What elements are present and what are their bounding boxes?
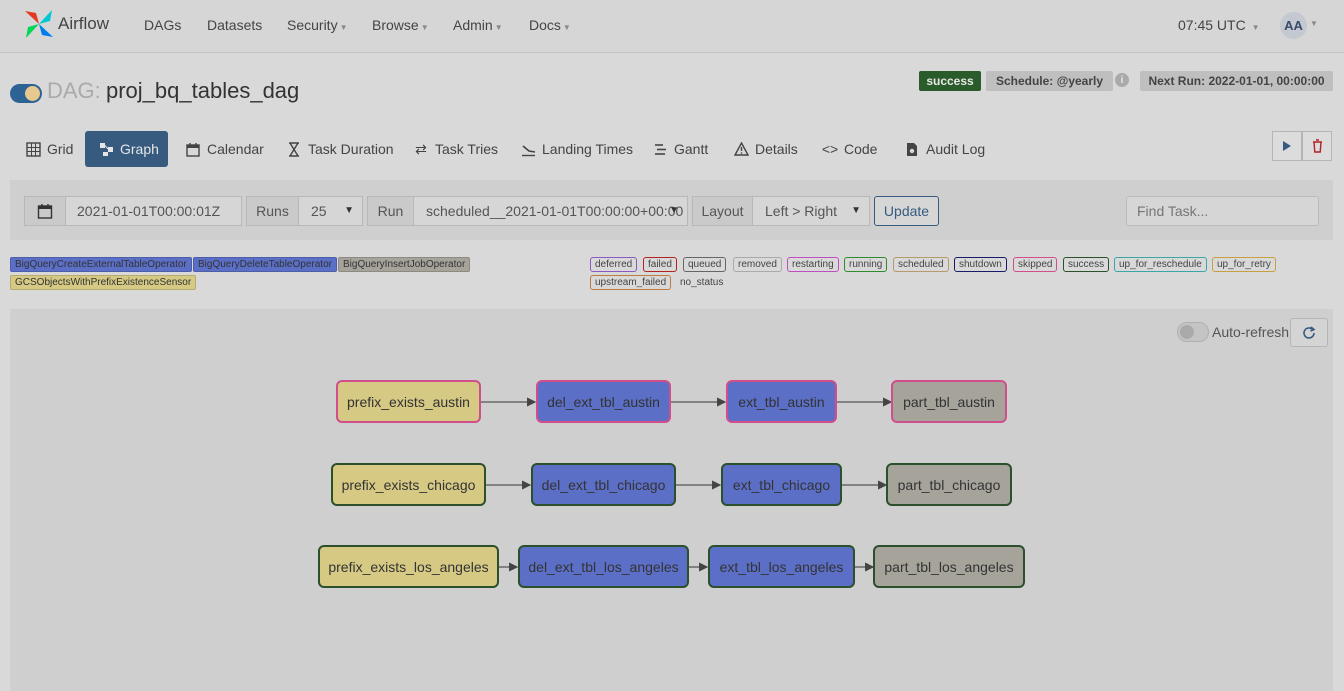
run-select[interactable]: scheduled__2021-01-01T00:00:00+00:00 ▼ — [413, 196, 688, 226]
legend-state[interactable]: removed — [733, 257, 782, 272]
retry-icon: ⇄ — [415, 140, 427, 157]
legend-state[interactable]: shutdown — [954, 257, 1007, 272]
brand-name: Airflow — [58, 14, 110, 33]
landing-icon — [520, 141, 536, 157]
legend-state[interactable]: skipped — [1013, 257, 1058, 272]
dag-pause-toggle[interactable] — [10, 84, 42, 103]
legend-state[interactable]: failed — [643, 257, 677, 272]
caret-down-icon: ▼ — [420, 23, 429, 32]
legend-state[interactable]: restarting — [787, 257, 839, 272]
gantt-icon — [652, 141, 668, 157]
trash-icon — [1312, 139, 1322, 153]
trigger-dag-button[interactable] — [1272, 131, 1302, 161]
nav-browse[interactable]: Browse ▼ — [372, 17, 429, 33]
next-run-badge: Next Run: 2022-01-01, 00:00:00 — [1140, 71, 1333, 91]
legend-operator: BigQueryCreateExternalTableOperator — [10, 257, 192, 272]
legend-operator: BigQueryDeleteTableOperator — [193, 257, 337, 272]
task-node[interactable]: prefix_exists_los_angeles — [318, 545, 499, 588]
tab-gantt[interactable]: Gantt — [652, 131, 708, 167]
chevron-down-icon: ▼ — [851, 205, 861, 216]
tab-task-duration[interactable]: Task Duration — [286, 131, 394, 167]
task-node[interactable]: del_ext_tbl_los_angeles — [518, 545, 689, 588]
layout-select[interactable]: Left > Right ▼ — [752, 196, 870, 226]
task-node[interactable]: ext_tbl_chicago — [721, 463, 842, 506]
runs-label: Runs — [246, 196, 299, 226]
caret-down-icon: ▼ — [562, 23, 571, 32]
auto-refresh-toggle[interactable] — [1177, 322, 1209, 342]
nav-datasets[interactable]: Datasets — [207, 17, 262, 33]
warning-icon — [733, 141, 749, 157]
task-node[interactable]: part_tbl_austin — [891, 380, 1007, 423]
caret-down-icon: ▼ — [494, 23, 503, 32]
nav-dags[interactable]: DAGs — [144, 17, 181, 33]
dag-prefix: DAG: — [47, 78, 101, 103]
hourglass-icon — [286, 141, 302, 157]
task-node[interactable]: prefix_exists_chicago — [331, 463, 486, 506]
delete-dag-button[interactable] — [1302, 131, 1332, 161]
nav-security[interactable]: Security ▼ — [287, 17, 348, 33]
calendar-icon — [37, 204, 53, 219]
tab-calendar[interactable]: Calendar — [185, 131, 264, 167]
calendar-icon — [185, 141, 201, 157]
schedule-badge: Schedule: @yearly — [986, 71, 1113, 91]
toggle-knob — [25, 86, 40, 101]
run-label: Run — [367, 196, 414, 226]
utc-clock[interactable]: 07:45 UTC ▼ — [1178, 17, 1260, 33]
task-node[interactable]: ext_tbl_austin — [726, 380, 837, 423]
legend-state[interactable]: up_for_reschedule — [1114, 257, 1207, 272]
layout-label: Layout — [692, 196, 753, 226]
task-node[interactable]: prefix_exists_austin — [336, 380, 481, 423]
dag-name[interactable]: proj_bq_tables_dag — [106, 78, 299, 104]
graph-icon — [99, 141, 114, 157]
tab-code[interactable]: <> Code — [821, 131, 878, 167]
dag-status-badge: success — [919, 71, 981, 91]
grid-icon — [25, 141, 41, 157]
legend-state[interactable]: running — [844, 257, 888, 272]
legend-operator: GCSObjectsWithPrefixExistenceSensor — [10, 275, 197, 290]
tab-grid[interactable]: Grid — [25, 131, 73, 167]
chevron-down-icon: ▼ — [669, 205, 679, 216]
legend-operator: BigQueryInsertJobOperator — [338, 257, 471, 272]
refresh-icon — [1303, 325, 1316, 339]
nav-admin[interactable]: Admin ▼ — [453, 17, 503, 33]
auto-refresh-label: Auto-refresh — [1212, 324, 1290, 340]
task-node[interactable]: part_tbl_los_angeles — [873, 545, 1025, 588]
date-picker-button[interactable] — [24, 196, 66, 226]
user-avatar[interactable]: AA — [1280, 12, 1307, 39]
nav-docs[interactable]: Docs ▼ — [529, 17, 571, 33]
pinwheel-icon — [25, 10, 53, 38]
tab-details[interactable]: Details — [733, 131, 798, 167]
caret-down-icon: ▼ — [339, 23, 348, 32]
task-node[interactable]: del_ext_tbl_austin — [536, 380, 671, 423]
legend-state[interactable]: no_status — [675, 275, 728, 290]
task-node[interactable]: ext_tbl_los_angeles — [708, 545, 855, 588]
chevron-down-icon: ▼ — [344, 205, 354, 216]
legend-state[interactable]: queued — [683, 257, 727, 272]
runs-select[interactable]: 25 ▼ — [298, 196, 363, 226]
task-node[interactable]: part_tbl_chicago — [886, 463, 1012, 506]
legend-state[interactable]: up_for_retry — [1212, 257, 1276, 272]
airflow-logo[interactable]: Airflow — [22, 6, 117, 42]
find-task-input[interactable] — [1126, 196, 1319, 226]
task-node[interactable]: del_ext_tbl_chicago — [531, 463, 676, 506]
navbar: Airflow DAGs Datasets Security ▼ Browse ▼ … — [0, 0, 1344, 53]
legend-state[interactable]: success — [1063, 257, 1110, 272]
tab-task-tries[interactable]: ⇄ Task Tries — [413, 131, 498, 167]
tab-audit-log[interactable]: Audit Log — [904, 131, 985, 167]
caret-down-icon: ▼ — [1251, 23, 1260, 32]
info-icon[interactable]: i — [1115, 73, 1129, 87]
audit-icon — [904, 141, 920, 157]
tab-graph[interactable]: Graph — [85, 131, 168, 167]
legend-state[interactable]: scheduled — [893, 257, 949, 272]
caret-down-icon[interactable]: ▼ — [1310, 19, 1318, 28]
tab-landing-times[interactable]: Landing Times — [520, 131, 633, 167]
update-button[interactable]: Update — [874, 196, 939, 226]
refresh-button[interactable] — [1290, 318, 1328, 347]
code-icon: <> — [821, 141, 839, 157]
play-icon — [1283, 141, 1291, 151]
legend-state[interactable]: deferred — [590, 257, 638, 272]
legend-state[interactable]: upstream_failed — [590, 275, 672, 290]
base-date-input[interactable]: 2021-01-01T00:00:01Z — [65, 196, 242, 226]
toggle-knob — [1180, 325, 1194, 339]
